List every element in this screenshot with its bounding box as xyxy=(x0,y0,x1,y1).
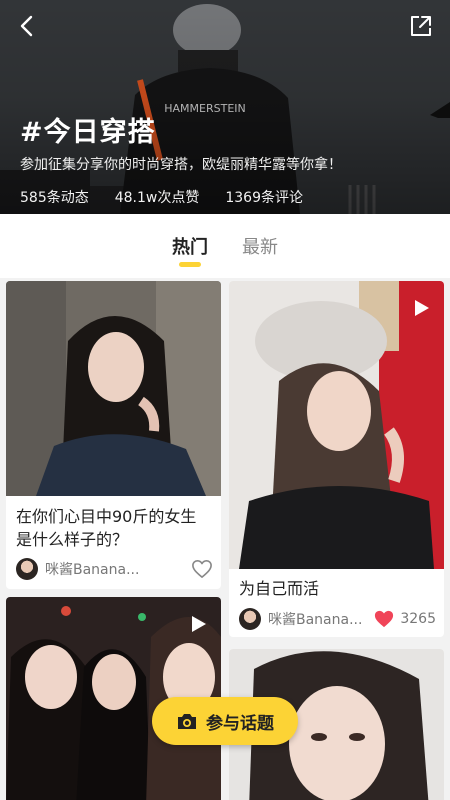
tab-hot[interactable]: 热门 xyxy=(172,214,208,278)
back-button[interactable] xyxy=(10,9,44,43)
join-topic-label: 参与话题 xyxy=(206,713,274,734)
post-card[interactable]: 在你们心目中90斤的女生 是什么样子的？ 咪酱Banana... xyxy=(6,281,221,589)
post-title: 为自己而活 xyxy=(239,577,319,600)
join-topic-button[interactable]: 参与话题 xyxy=(152,697,298,745)
topic-title: #今日穿搭 xyxy=(20,117,156,148)
post-title-line: 是什么样子的？ xyxy=(16,530,129,549)
tab-latest[interactable]: 最新 xyxy=(242,214,278,278)
likes-count: 48.1w次点赞 xyxy=(114,190,200,206)
post-title: 在你们心目中90斤的女生 是什么样子的？ xyxy=(16,505,196,551)
author-name[interactable]: 咪酱Banana... xyxy=(45,559,191,579)
topic-header: HAMMERSTEIN #今日穿搭 参加征集分享你的时尚穿搭，欧缇丽精华露等你拿… xyxy=(0,0,450,214)
play-icon xyxy=(415,300,429,316)
tab-hot-label: 热门 xyxy=(172,237,208,258)
header-shade xyxy=(0,0,450,214)
post-card[interactable]: 为自己而活 咪酱Banana... 3265 xyxy=(229,281,444,637)
post-title-line: 在你们心目中90斤的女生 xyxy=(16,507,197,526)
tab-active-indicator xyxy=(179,262,201,267)
topic-description: 参加征集分享你的时尚穿搭，欧缇丽精华露等你拿！ xyxy=(20,157,342,173)
comments-count: 1369条评论 xyxy=(225,190,303,206)
post-meta: 咪酱Banana... xyxy=(16,557,213,581)
share-button[interactable] xyxy=(404,9,438,43)
post-title-line: 为自己而活 xyxy=(239,579,320,598)
author-name[interactable]: 咪酱Banana... xyxy=(268,609,373,629)
heart-outline-icon[interactable] xyxy=(191,559,213,579)
author-avatar[interactable] xyxy=(16,558,38,580)
post-meta: 咪酱Banana... 3265 xyxy=(239,607,436,631)
topic-stats: 585条动态 48.1w次点赞 1369条评论 xyxy=(20,187,303,207)
author-avatar[interactable] xyxy=(239,608,261,630)
feed-tabs: 热门 最新 xyxy=(0,214,450,278)
posts-count: 585条动态 xyxy=(20,190,89,206)
share-external-icon xyxy=(411,16,431,36)
heart-filled-icon[interactable] xyxy=(373,609,395,629)
play-icon xyxy=(192,616,206,632)
chevron-left-icon xyxy=(20,15,33,37)
camera-icon xyxy=(178,713,196,729)
like-count: 3265 xyxy=(400,611,436,627)
post-photo xyxy=(6,281,221,496)
post-photo xyxy=(229,281,444,569)
tab-latest-label: 最新 xyxy=(242,237,278,258)
